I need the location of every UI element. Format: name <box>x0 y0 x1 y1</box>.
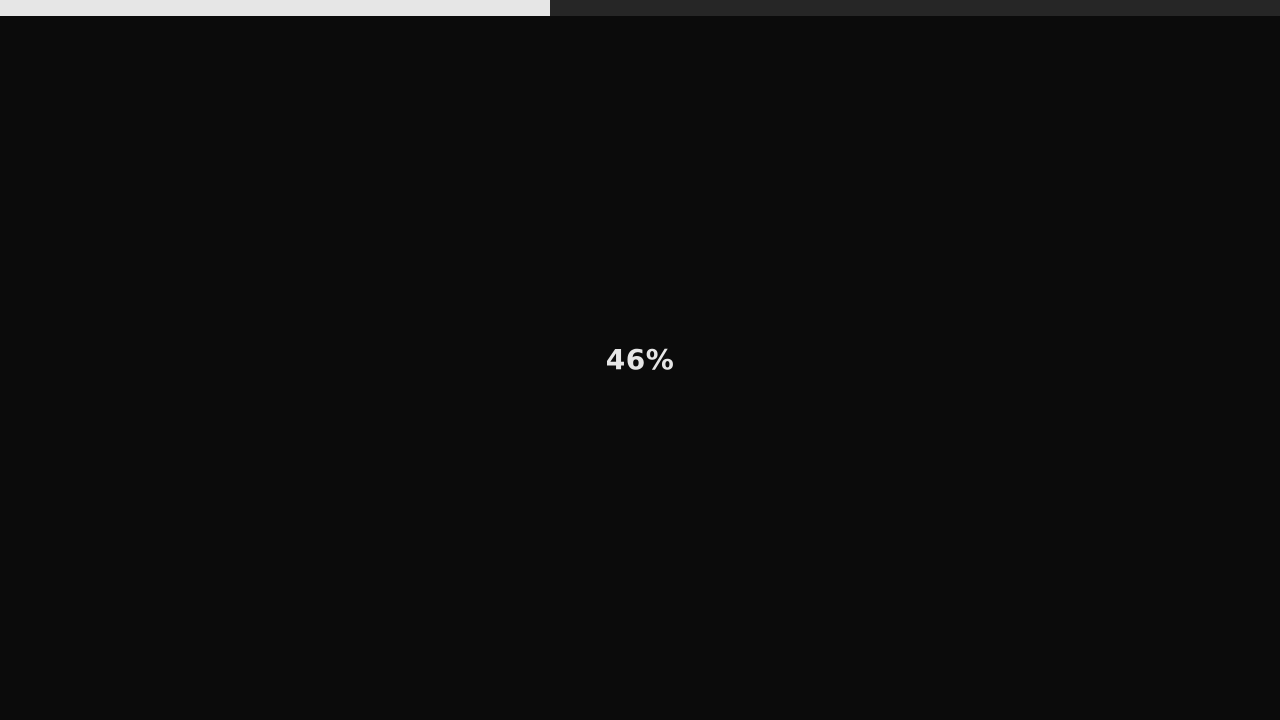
progress-bar-fill <box>0 0 551 16</box>
loading-screen: 46% <box>0 0 1280 720</box>
progress-bar-track <box>0 0 1280 16</box>
progress-percent-label: 46% <box>605 343 675 376</box>
